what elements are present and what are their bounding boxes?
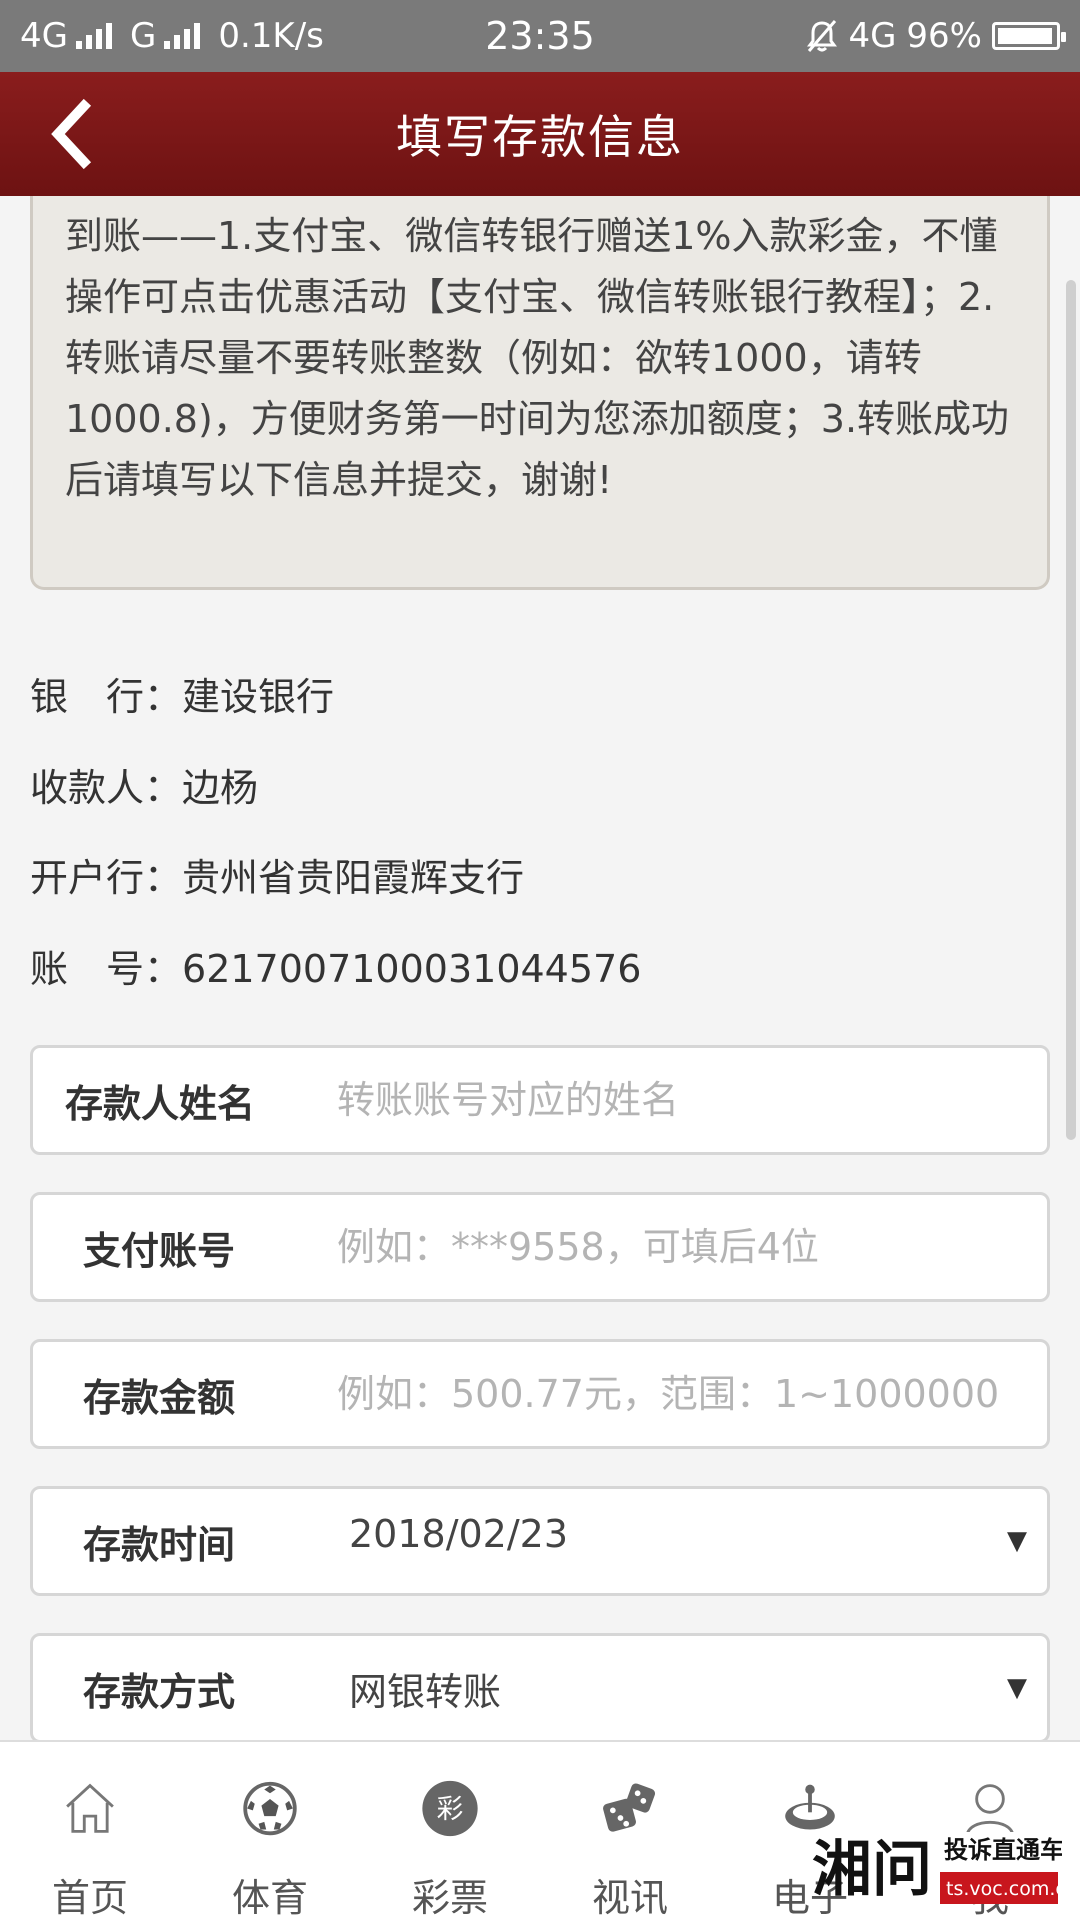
deposit-time-label: 存款时间 xyxy=(83,1522,236,1567)
dice-icon xyxy=(603,1783,656,1832)
nav-item-sports[interactable]: 体育 xyxy=(180,1742,360,1922)
depositor-name-input[interactable] xyxy=(305,1078,1047,1122)
network-speed: 0.1K/s xyxy=(218,16,324,56)
home-icon xyxy=(66,1783,114,1833)
battery-percent: 96% xyxy=(906,16,982,56)
watermark-url: ts.voc.com.cn xyxy=(946,1878,1062,1900)
bank-label: 银 行： xyxy=(30,675,183,719)
payee-value: 边杨 xyxy=(182,766,259,810)
deposit-method-label: 存款方式 xyxy=(83,1669,236,1714)
dropdown-arrow-icon: ▼ xyxy=(1007,1526,1027,1556)
nav-label: 视讯 xyxy=(591,1876,668,1920)
branch-row: 开户行：贵州省贵阳霞辉支行 xyxy=(30,847,524,902)
branch-value: 贵州省贵阳霞辉支行 xyxy=(182,856,525,900)
scrollbar[interactable] xyxy=(1066,280,1076,1140)
network-label: 4G xyxy=(20,16,68,56)
nav-label: 彩票 xyxy=(411,1876,488,1920)
network-label-3: 4G xyxy=(848,16,897,56)
account-row: 账 号：6217007100031044576 xyxy=(30,938,641,993)
page-title: 填写存款信息 xyxy=(396,110,684,164)
lottery-icon-text: 彩 xyxy=(437,1794,464,1825)
dropdown-arrow-icon: ▼ xyxy=(1007,1673,1027,1703)
account-label: 账 号： xyxy=(30,947,183,991)
nav-item-lottery[interactable]: 彩 彩票 xyxy=(360,1742,540,1922)
mute-bell-icon xyxy=(807,20,838,52)
deposit-method-select[interactable]: 存款方式 网银转账 ▼ xyxy=(30,1633,1050,1743)
amount-field: 存款金额 xyxy=(30,1339,1050,1449)
amount-label: 存款金额 xyxy=(83,1375,236,1420)
amount-input[interactable] xyxy=(305,1372,1047,1416)
battery-icon xyxy=(992,22,1066,50)
watermark-tagline: 投诉直通车 xyxy=(944,1836,1062,1864)
nav-item-live[interactable]: 视讯 xyxy=(540,1742,720,1922)
bank-value: 建设银行 xyxy=(182,675,335,719)
signal-icon-2 xyxy=(164,23,201,49)
pay-account-field: 支付账号 xyxy=(30,1192,1050,1302)
app-header: 填写存款信息 xyxy=(0,72,1080,196)
deposit-time-select[interactable]: 存款时间 2018/02/23 ▼ xyxy=(30,1486,1050,1596)
network-label-2: G xyxy=(129,16,157,56)
nav-item-home[interactable]: 首页 xyxy=(0,1742,180,1922)
payee-label: 收款人： xyxy=(30,766,183,810)
pay-account-input[interactable] xyxy=(305,1225,1047,1269)
back-chevron-icon[interactable] xyxy=(40,94,110,174)
status-bar-right: 4G 96% xyxy=(806,16,1066,56)
status-bar-left: 4G G 0.1K/s xyxy=(20,16,324,56)
account-value: 6217007100031044576 xyxy=(182,947,642,991)
lottery-icon: 彩 xyxy=(422,1780,478,1837)
pay-account-label: 支付账号 xyxy=(83,1228,236,1273)
nav-label: 体育 xyxy=(231,1876,308,1920)
status-bar: 4G G 0.1K/s 23:35 4G 96% xyxy=(0,0,1080,72)
depositor-name-label: 存款人姓名 xyxy=(65,1081,256,1126)
depositor-name-field: 存款人姓名 xyxy=(30,1045,1050,1155)
nav-label: 首页 xyxy=(51,1876,128,1920)
watermark-brand: 湘问 xyxy=(812,1835,932,1905)
deposit-method-value: 网银转账 xyxy=(349,1669,502,1714)
watermark-logo: 湘问 投诉直通车 ts.voc.com.cn xyxy=(812,1832,1062,1905)
bank-row: 银 行：建设银行 xyxy=(30,666,334,721)
branch-label: 开户行： xyxy=(30,856,183,900)
payee-row: 收款人：边杨 xyxy=(30,757,258,812)
signal-icon xyxy=(75,23,112,49)
deposit-time-value: 2018/02/23 xyxy=(349,1512,569,1556)
soccer-ball-icon xyxy=(243,1781,297,1836)
deposit-notice: 到账——1.支付宝、微信转银行赠送1%入款彩金，不懂操作可点击优惠活动【支付宝、… xyxy=(30,196,1050,590)
